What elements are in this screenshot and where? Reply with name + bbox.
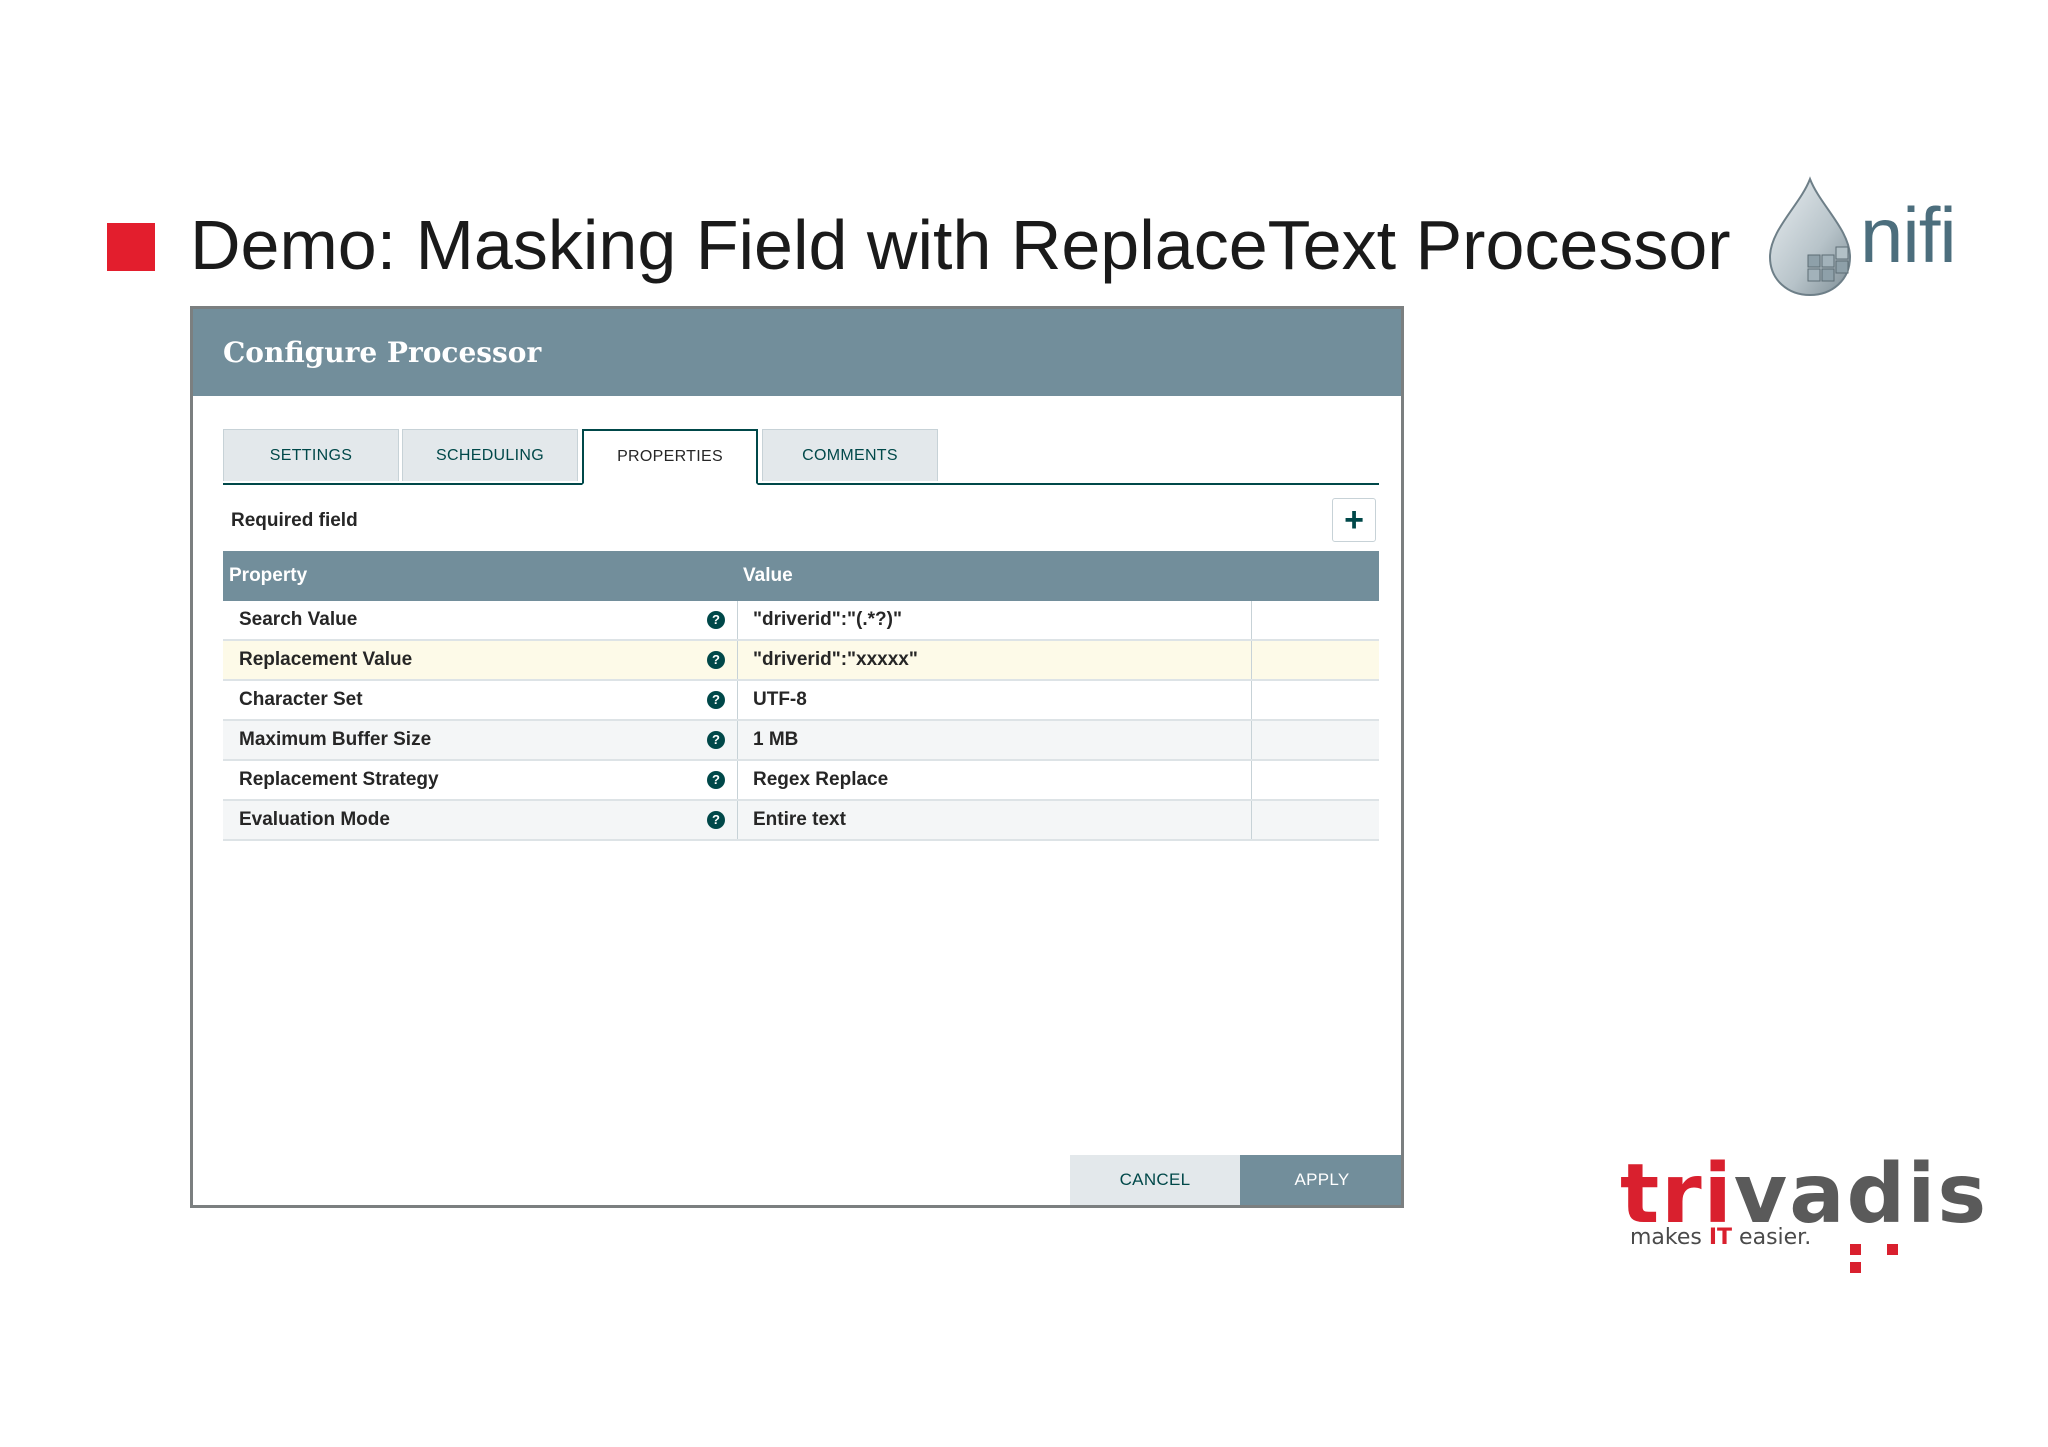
slide: Demo: Masking Field with ReplaceText Pro… (0, 0, 2048, 1447)
nifi-logo-text: nifi (1860, 191, 1957, 279)
help-icon[interactable]: ? (707, 731, 725, 749)
slide-title: Demo: Masking Field with ReplaceText Pro… (190, 206, 1731, 284)
dialog-title: Configure Processor (223, 336, 542, 369)
property-value[interactable]: "driverid":"(.*?)" (753, 601, 902, 639)
table-header: Property Value (223, 551, 1379, 601)
table-row[interactable]: Replacement Strategy ? Regex Replace (223, 761, 1379, 801)
column-divider (737, 721, 738, 759)
column-header-property: Property (229, 565, 308, 586)
tab-comments[interactable]: COMMENTS (762, 429, 938, 481)
trivadis-dots (1850, 1242, 1950, 1278)
property-value[interactable]: Regex Replace (753, 761, 888, 799)
column-divider (1251, 601, 1252, 639)
apply-button[interactable]: APPLY (1240, 1155, 1401, 1205)
column-divider (737, 641, 738, 679)
property-value[interactable]: 1 MB (753, 721, 798, 759)
properties-table: Property Value Search Value ? "driverid"… (223, 551, 1379, 841)
bullet-square (107, 223, 155, 271)
table-row[interactable]: Evaluation Mode ? Entire text (223, 801, 1379, 841)
trivadis-tagline: makes IT easier. (1630, 1225, 1812, 1250)
property-name: Replacement Strategy (239, 769, 439, 790)
column-header-value: Value (743, 565, 793, 586)
tab-settings[interactable]: SETTINGS (223, 429, 399, 481)
add-property-button[interactable]: + (1332, 498, 1376, 542)
help-icon[interactable]: ? (707, 611, 725, 629)
property-name: Evaluation Mode (239, 809, 390, 830)
property-name: Search Value (239, 609, 358, 630)
column-divider (737, 601, 738, 639)
column-divider (737, 801, 738, 839)
help-icon[interactable]: ? (707, 811, 725, 829)
column-divider (1251, 801, 1252, 839)
tab-scheduling[interactable]: SCHEDULING (402, 429, 578, 481)
property-value[interactable]: "driverid":"xxxxx" (753, 641, 918, 679)
cancel-button[interactable]: CANCEL (1070, 1155, 1240, 1205)
column-divider (1251, 721, 1252, 759)
table-row[interactable]: Character Set ? UTF-8 (223, 681, 1379, 721)
configure-processor-dialog: Configure Processor SETTINGS SCHEDULING … (190, 306, 1404, 1208)
table-row[interactable]: Replacement Value ? "driverid":"xxxxx" (223, 641, 1379, 681)
column-divider (1251, 761, 1252, 799)
column-divider (737, 681, 738, 719)
property-value[interactable]: UTF-8 (753, 681, 807, 719)
required-field-label: Required field (231, 510, 358, 531)
property-value[interactable]: Entire text (753, 801, 846, 839)
property-name: Replacement Value (239, 649, 413, 670)
help-icon[interactable]: ? (707, 651, 725, 669)
column-divider (1251, 641, 1252, 679)
trivadis-logo: trivadis makes IT easier. (1620, 1150, 1986, 1273)
tab-bar: SETTINGS SCHEDULING PROPERTIES COMMENTS (223, 429, 1379, 485)
table-row[interactable]: Maximum Buffer Size ? 1 MB (223, 721, 1379, 761)
tab-properties[interactable]: PROPERTIES (582, 429, 758, 485)
help-icon[interactable]: ? (707, 771, 725, 789)
help-icon[interactable]: ? (707, 691, 725, 709)
column-divider (737, 761, 738, 799)
property-name: Character Set (239, 689, 363, 710)
dialog-header: Configure Processor (193, 309, 1401, 396)
plus-icon: + (1344, 501, 1364, 539)
property-name: Maximum Buffer Size (239, 729, 432, 750)
table-row[interactable]: Search Value ? "driverid":"(.*?)" (223, 601, 1379, 641)
column-divider (1251, 681, 1252, 719)
